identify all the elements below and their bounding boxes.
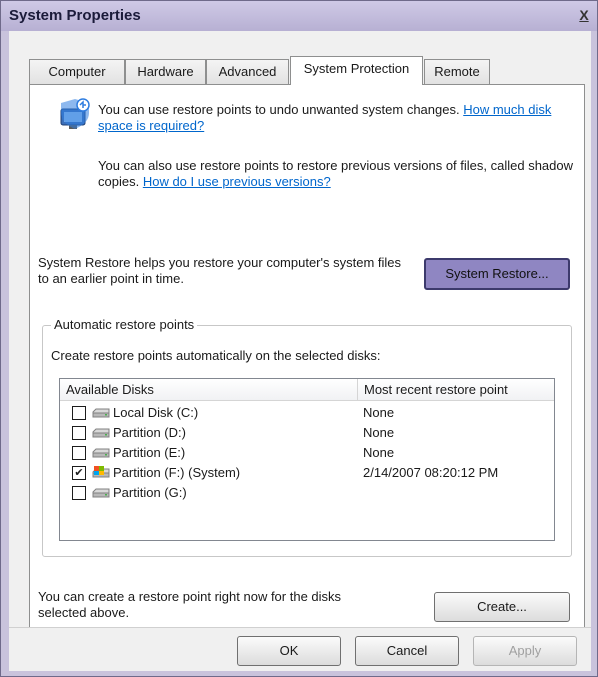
system-properties-window: System Properties X Computer Name Hardwa… — [0, 0, 598, 677]
create-restore-point-description: You can create a restore point right now… — [38, 589, 342, 620]
disk-name: Partition (D:) — [113, 425, 186, 440]
available-disks-list[interactable]: Available Disks Most recent restore poin… — [59, 378, 555, 541]
restore-points-intro-text: You can use restore points to undo unwan… — [98, 102, 460, 117]
disk-checkbox-d[interactable] — [72, 426, 86, 440]
dialog-button-bar: OK Cancel Apply — [9, 627, 591, 671]
system-protection-panel: You can use restore points to undo unwan… — [29, 84, 585, 644]
disk-row-d[interactable]: Partition (D:) None — [60, 423, 554, 443]
shadow-copies-intro: You can also use restore points to resto… — [98, 158, 574, 190]
disk-checkbox-f[interactable]: ✔ — [72, 466, 86, 480]
hard-drive-icon — [92, 488, 110, 498]
previous-versions-help-link[interactable]: How do I use previous versions? — [143, 174, 331, 189]
disk-checkbox-g[interactable] — [72, 486, 86, 500]
hard-drive-icon — [92, 408, 110, 418]
list-header: Available Disks Most recent restore poin… — [60, 379, 554, 401]
hard-drive-icon — [92, 428, 110, 438]
cancel-button[interactable]: Cancel — [355, 636, 459, 666]
tab-computer-name[interactable]: Computer Name — [29, 59, 125, 102]
restore-points-intro: You can use restore points to undo unwan… — [98, 102, 574, 134]
ok-button[interactable]: OK — [237, 636, 341, 666]
system-drive-icon — [92, 466, 110, 478]
disk-name: Partition (F:) (System) — [113, 465, 241, 480]
dialog-client-area: Computer Name Hardware Advanced System P… — [9, 31, 591, 671]
system-restore-button[interactable]: System Restore... — [424, 258, 570, 290]
tab-hardware[interactable]: Hardware — [125, 59, 206, 84]
system-restore-shield-icon — [60, 98, 90, 129]
automatic-restore-points-group: Automatic restore points Create restore … — [42, 317, 572, 557]
automatic-description: Create restore points automatically on t… — [51, 348, 381, 363]
disk-checkbox-c[interactable] — [72, 406, 86, 420]
disk-restore-point: None — [363, 405, 395, 420]
system-restore-description: System Restore helps you restore your co… — [38, 255, 402, 286]
window-title: System Properties — [9, 7, 141, 24]
disk-restore-point: 2/14/2007 08:20:12 PM — [363, 465, 499, 480]
create-button[interactable]: Create... — [434, 592, 570, 622]
column-header-available-disks[interactable]: Available Disks — [60, 379, 358, 401]
disk-restore-point: None — [363, 425, 395, 440]
disk-row-e[interactable]: Partition (E:) None — [60, 443, 554, 463]
apply-button[interactable]: Apply — [473, 636, 577, 666]
title-bar[interactable]: System Properties X — [1, 1, 597, 31]
column-header-recent-point[interactable]: Most recent restore point — [357, 379, 554, 401]
disk-restore-point: None — [363, 445, 395, 460]
disk-checkbox-e[interactable] — [72, 446, 86, 460]
hard-drive-icon — [92, 448, 110, 458]
disk-row-c[interactable]: Local Disk (C:) None — [60, 403, 554, 423]
disk-row-f[interactable]: ✔ Partition (F:) (System) 2/14/2007 08:2… — [60, 463, 554, 483]
disk-name: Local Disk (C:) — [113, 405, 199, 420]
disk-row-g[interactable]: Partition (G:) — [60, 483, 554, 503]
close-button[interactable]: X — [575, 6, 593, 24]
tab-system-protection[interactable]: System Protection — [290, 56, 423, 85]
disk-name: Partition (G:) — [113, 485, 187, 500]
tab-advanced[interactable]: Advanced — [206, 59, 289, 84]
group-legend: Automatic restore points — [51, 317, 198, 332]
tab-remote[interactable]: Remote — [424, 59, 490, 84]
disk-name: Partition (E:) — [113, 445, 186, 460]
